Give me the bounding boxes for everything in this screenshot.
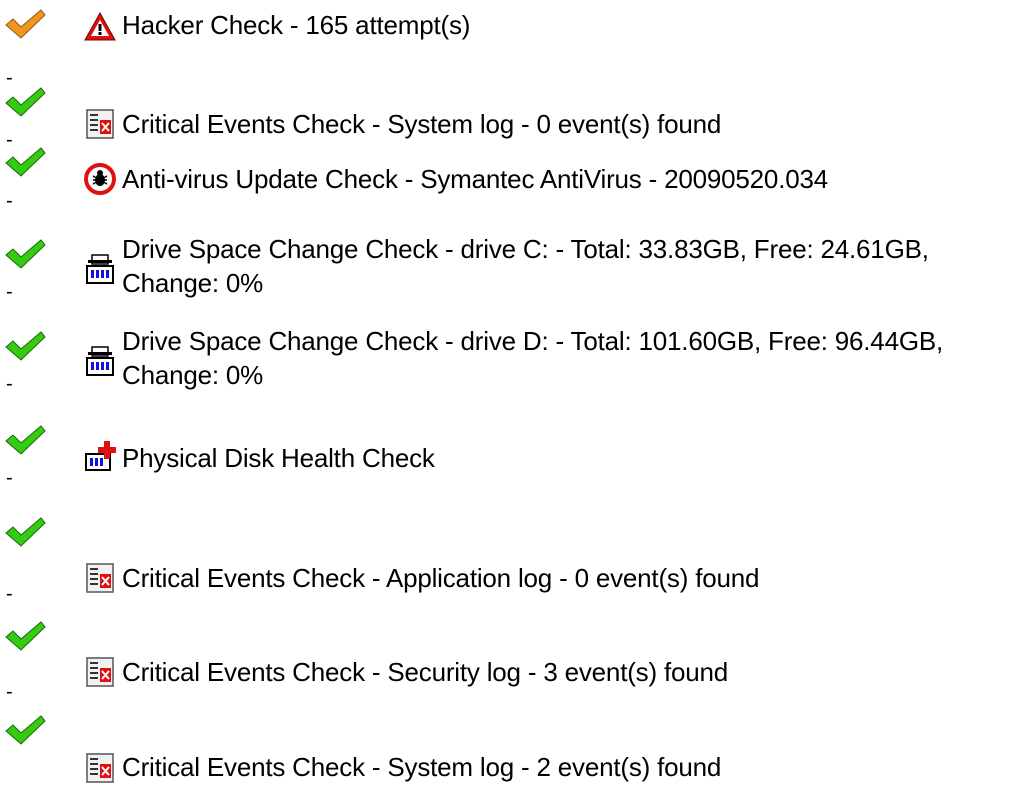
- check-text-line2: Change: 0%: [122, 360, 264, 390]
- check-text-line1: Drive Space Change Check - drive C: - To…: [122, 234, 929, 264]
- green-check-icon: [5, 425, 46, 455]
- warning-triangle-icon: [84, 11, 116, 41]
- check-text-line2: Change: 0%: [122, 268, 264, 298]
- virus-icon: [84, 163, 116, 195]
- row-separator: -: [6, 373, 13, 395]
- green-check-icon: [5, 239, 46, 269]
- check-text: Critical Events Check - System log - 0 e…: [122, 109, 722, 139]
- green-check-icon: [5, 87, 46, 117]
- check-text: Critical Events Check - System log - 2 e…: [122, 752, 722, 782]
- check-text: Critical Events Check - Application log …: [122, 563, 760, 593]
- drive-icon: [86, 254, 114, 284]
- row-separator: -: [6, 583, 13, 605]
- event-log-icon: [86, 657, 114, 687]
- check-text: Hacker Check - 165 attempt(s): [122, 10, 471, 40]
- event-log-icon: [86, 753, 114, 783]
- check-text-line1: Drive Space Change Check - drive D: - To…: [122, 326, 944, 356]
- green-check-icon: [5, 715, 46, 745]
- check-text: Physical Disk Health Check: [122, 443, 435, 473]
- green-check-icon: [5, 517, 46, 547]
- check-text: Critical Events Check - Security log - 3…: [122, 657, 729, 687]
- green-check-icon: [5, 147, 46, 177]
- row-separator: -: [6, 281, 13, 303]
- warning-check-icon: [5, 9, 46, 39]
- green-check-icon: [5, 331, 46, 361]
- row-separator: -: [6, 467, 13, 489]
- row-separator: -: [6, 67, 13, 89]
- check-text: Anti-virus Update Check - Symantec AntiV…: [122, 164, 828, 194]
- green-check-icon: [5, 621, 46, 651]
- disk-health-icon: [85, 441, 116, 471]
- drive-icon: [86, 346, 114, 376]
- row-separator: -: [6, 681, 13, 703]
- event-log-icon: [86, 563, 114, 593]
- event-log-icon: [86, 109, 114, 139]
- row-separator: -: [6, 190, 13, 212]
